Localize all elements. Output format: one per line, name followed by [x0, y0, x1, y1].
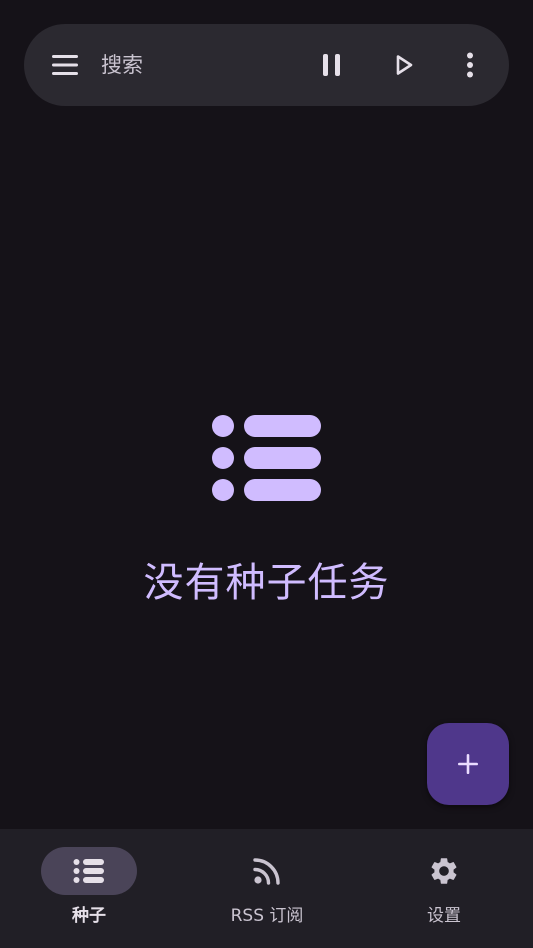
gear-icon [431, 858, 457, 884]
nav-item-torrents[interactable]: 种子 [0, 829, 178, 948]
nav-label-torrents: 种子 [72, 906, 106, 926]
list-icon [73, 859, 104, 883]
nav-active-indicator [41, 847, 137, 895]
play-icon [396, 55, 413, 75]
search-bar[interactable]: 搜索 [24, 24, 509, 106]
bottom-navigation: 种子 RSS 订阅 设置 [0, 829, 533, 948]
pause-all-button[interactable] [308, 41, 356, 89]
nav-label-rss: RSS 订阅 [230, 906, 304, 926]
nav-label-settings: 设置 [427, 906, 461, 926]
menu-button[interactable] [41, 41, 89, 89]
search-input[interactable]: 搜索 [101, 24, 281, 106]
pause-icon [323, 54, 340, 76]
nav-item-settings[interactable]: 设置 [355, 829, 533, 948]
add-torrent-button[interactable] [427, 723, 509, 805]
empty-state-message: 没有种子任务 [143, 560, 390, 606]
more-options-button[interactable] [446, 41, 494, 89]
empty-state: 没有种子任务 [0, 400, 533, 620]
more-vert-icon [467, 52, 473, 78]
list-icon [212, 415, 321, 501]
add-icon [458, 754, 478, 774]
nav-icon-container [396, 847, 492, 895]
nav-item-rss[interactable]: RSS 订阅 [178, 829, 356, 948]
nav-icon-container [219, 847, 315, 895]
menu-icon [52, 55, 78, 75]
resume-all-button[interactable] [380, 41, 428, 89]
rss-icon [253, 858, 280, 885]
